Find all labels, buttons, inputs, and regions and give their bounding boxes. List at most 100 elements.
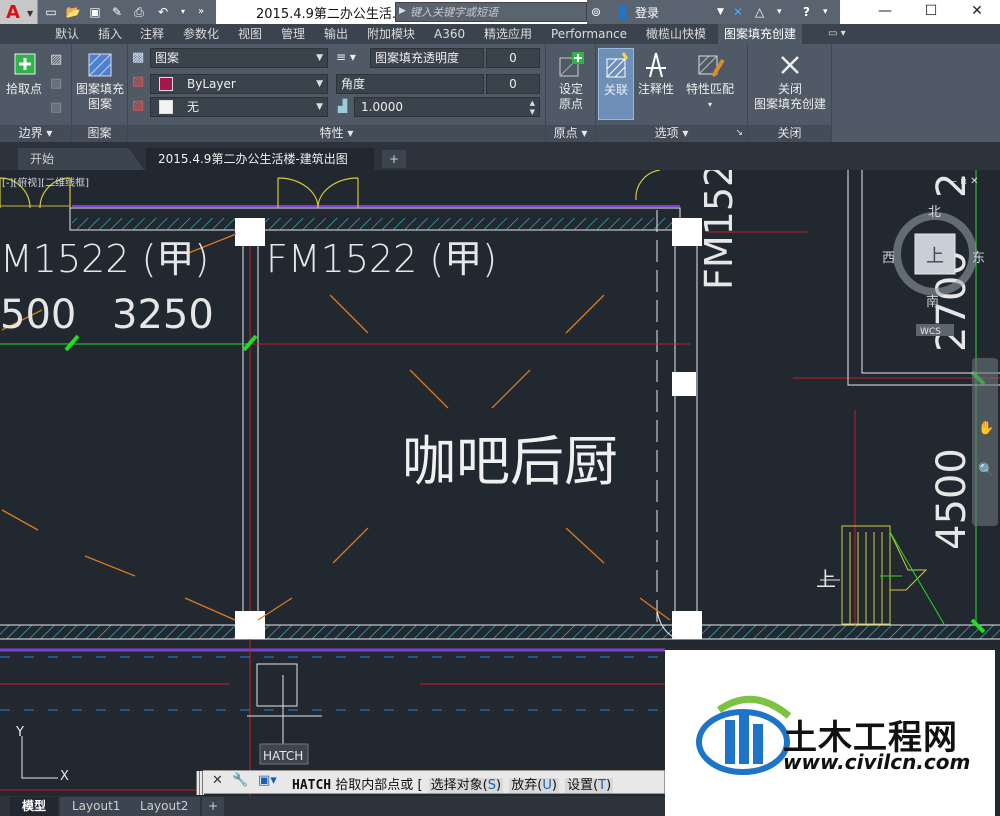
panel-properties: ▩ 图案 ▼ ▨ ByLayer ▼ ▨ 无 ▼ ≡ ▾ 图案填充透明度 0 角度 0…: [128, 44, 546, 142]
maximize-button[interactable]: ☐: [908, 0, 954, 24]
option-select-objects[interactable]: 选择对象(S): [428, 778, 504, 793]
no-color-swatch: [159, 100, 173, 114]
customize-wrench-icon[interactable]: 🔧: [232, 773, 248, 788]
option-undo[interactable]: 放弃(U): [509, 778, 559, 793]
new-file-icon[interactable]: ▭: [42, 4, 60, 20]
search-expand-icon[interactable]: ▶: [399, 6, 406, 16]
select-boundary-icon[interactable]: ▨: [50, 52, 62, 67]
match-properties-dropdown-icon[interactable]: ▾: [682, 97, 738, 112]
search-box[interactable]: ▶: [395, 2, 587, 22]
option-settings[interactable]: 设置(T): [565, 778, 614, 793]
annotative-button[interactable]: 注释性: [636, 50, 676, 97]
tab-output[interactable]: 输出: [318, 24, 354, 44]
save-icon[interactable]: ▣: [86, 4, 104, 20]
tab-default[interactable]: 默认: [49, 24, 85, 44]
hatch-pattern-button[interactable]: 图案填充 图案: [74, 50, 126, 112]
right-room: [847, 170, 1000, 386]
layout-tab-model[interactable]: 模型: [10, 797, 59, 816]
tab-insert[interactable]: 插入: [92, 24, 128, 44]
tab-ganlanshan[interactable]: 橄榄山快模: [640, 24, 712, 44]
help-dropdown-icon[interactable]: ▾: [823, 3, 828, 21]
login-dropdown-icon[interactable]: ▼: [717, 3, 724, 21]
recreate-boundary-icon[interactable]: ▧: [50, 100, 62, 115]
binoculars-icon[interactable]: ⊚: [591, 3, 601, 21]
tab-manage[interactable]: 管理: [275, 24, 311, 44]
undo-dropdown-icon[interactable]: ▾: [174, 4, 192, 20]
transparency-value-field[interactable]: 0: [486, 48, 540, 68]
viewcube-south[interactable]: 南: [926, 294, 939, 310]
tab-featured-apps[interactable]: 精选应用: [478, 24, 538, 44]
viewport-controls[interactable]: [-][俯视][二维线框]: [2, 174, 89, 189]
more-tools-icon[interactable]: »: [192, 4, 210, 20]
application-menu-button[interactable]: A ▼: [0, 0, 38, 26]
command-line-grip[interactable]: [196, 771, 204, 795]
crosshair-cursor: [247, 663, 322, 748]
ribbon-minimize-icon[interactable]: ▭ ▾: [822, 24, 852, 44]
transparency-label-field[interactable]: 图案填充透明度: [370, 48, 484, 68]
open-file-icon[interactable]: 📂: [64, 4, 82, 20]
remove-boundary-icon[interactable]: ▨: [50, 76, 62, 91]
angle-value-field[interactable]: 0: [486, 74, 540, 94]
associative-label: 关联: [603, 83, 628, 97]
minimize-button[interactable]: —: [862, 0, 908, 24]
close-window-button[interactable]: ✕: [954, 0, 1000, 24]
exchange-apps-icon[interactable]: ✕: [733, 3, 743, 21]
panel-title-options[interactable]: 选项 ▾ ↘: [596, 125, 747, 142]
a360-dropdown-icon[interactable]: ▾: [777, 3, 782, 21]
close-label-2: 图案填充创建: [753, 97, 826, 111]
panel-title-close: 关闭: [748, 125, 831, 142]
close-command-line-icon[interactable]: ✕: [212, 773, 223, 788]
watermark-url: www.civilcn.com: [783, 750, 971, 774]
match-properties-button[interactable]: 特性匹配 ▾: [682, 50, 738, 112]
tab-hatch-creation[interactable]: 图案填充创建: [718, 24, 803, 44]
zoom-icon[interactable]: 🔍: [978, 461, 994, 478]
new-tab-button[interactable]: +: [382, 150, 406, 168]
tab-annotate[interactable]: 注释: [134, 24, 170, 44]
login-link[interactable]: 登录: [635, 4, 659, 21]
tab-parametric[interactable]: 参数化: [177, 24, 225, 44]
pan-icon[interactable]: ✋: [978, 420, 994, 436]
door-tag-mid: FM1522 (甲): [266, 237, 497, 281]
angle-label-field[interactable]: 角度: [336, 74, 484, 94]
file-tab-drawing[interactable]: 2015.4.9第二办公生活楼-建筑出图*✕: [146, 148, 374, 188]
user-icon[interactable]: 👤: [615, 3, 630, 21]
hatch-color-select[interactable]: ByLayer ▼: [150, 74, 328, 94]
a360-icon[interactable]: △: [755, 3, 764, 21]
tab-addins[interactable]: 附加模块: [361, 24, 421, 44]
panel-title-origin[interactable]: 原点 ▾: [546, 125, 595, 142]
hatch-pattern-label-2: 图案: [87, 97, 112, 111]
tab-a360[interactable]: A360: [428, 24, 471, 44]
viewcube-west[interactable]: 西: [882, 251, 895, 266]
door-tag-left: M1522 (甲): [0, 237, 209, 281]
save-as-icon[interactable]: ✎: [108, 4, 126, 20]
layout-tab-layout1[interactable]: Layout1: [60, 797, 133, 816]
panel-title-boundary[interactable]: 边界 ▾: [0, 125, 71, 142]
tab-view[interactable]: 视图: [232, 24, 268, 44]
layout-tab-layout2[interactable]: Layout2: [128, 797, 201, 816]
background-color-select[interactable]: 无 ▼: [150, 97, 328, 117]
command-prompt-text: 拾取内部点或: [335, 778, 414, 793]
tab-performance[interactable]: Performance: [545, 24, 633, 44]
help-icon[interactable]: ?: [803, 3, 810, 21]
undo-icon[interactable]: ↶: [154, 4, 172, 20]
set-origin-button[interactable]: 设定 原点: [548, 50, 594, 112]
viewcube-east[interactable]: 东: [972, 251, 985, 266]
navigation-bar[interactable]: [972, 358, 998, 526]
hatch-type-select[interactable]: 图案 ▼: [150, 48, 328, 68]
pick-points-button[interactable]: 拾取点: [4, 50, 44, 97]
panel-title-properties[interactable]: 特性 ▾: [128, 125, 545, 142]
file-tab-start[interactable]: 开始: [18, 148, 144, 170]
close-hatch-creation-button[interactable]: 关闭 图案填充创建: [750, 50, 830, 112]
top-wall: [0, 205, 681, 231]
hatch-scale-field[interactable]: 1.0000 ▲ ▼: [354, 97, 540, 117]
associative-button[interactable]: 关联: [598, 48, 634, 120]
transparency-icon[interactable]: ≡ ▾: [336, 50, 356, 64]
color-swatch: [159, 77, 173, 91]
search-input[interactable]: [410, 4, 582, 20]
viewcube-north[interactable]: 北: [928, 205, 941, 220]
print-icon[interactable]: ⎙: [130, 4, 148, 20]
viewport-window-controls[interactable]: – ▫ ✕: [952, 176, 979, 187]
add-layout-button[interactable]: +: [202, 797, 225, 816]
recent-commands-icon[interactable]: ▣▾: [258, 773, 277, 788]
command-line[interactable]: ✕ 🔧 ▣▾ HATCH 拾取内部点或 [ 选择对象(S) 放弃(U) 设置(T…: [196, 770, 665, 795]
